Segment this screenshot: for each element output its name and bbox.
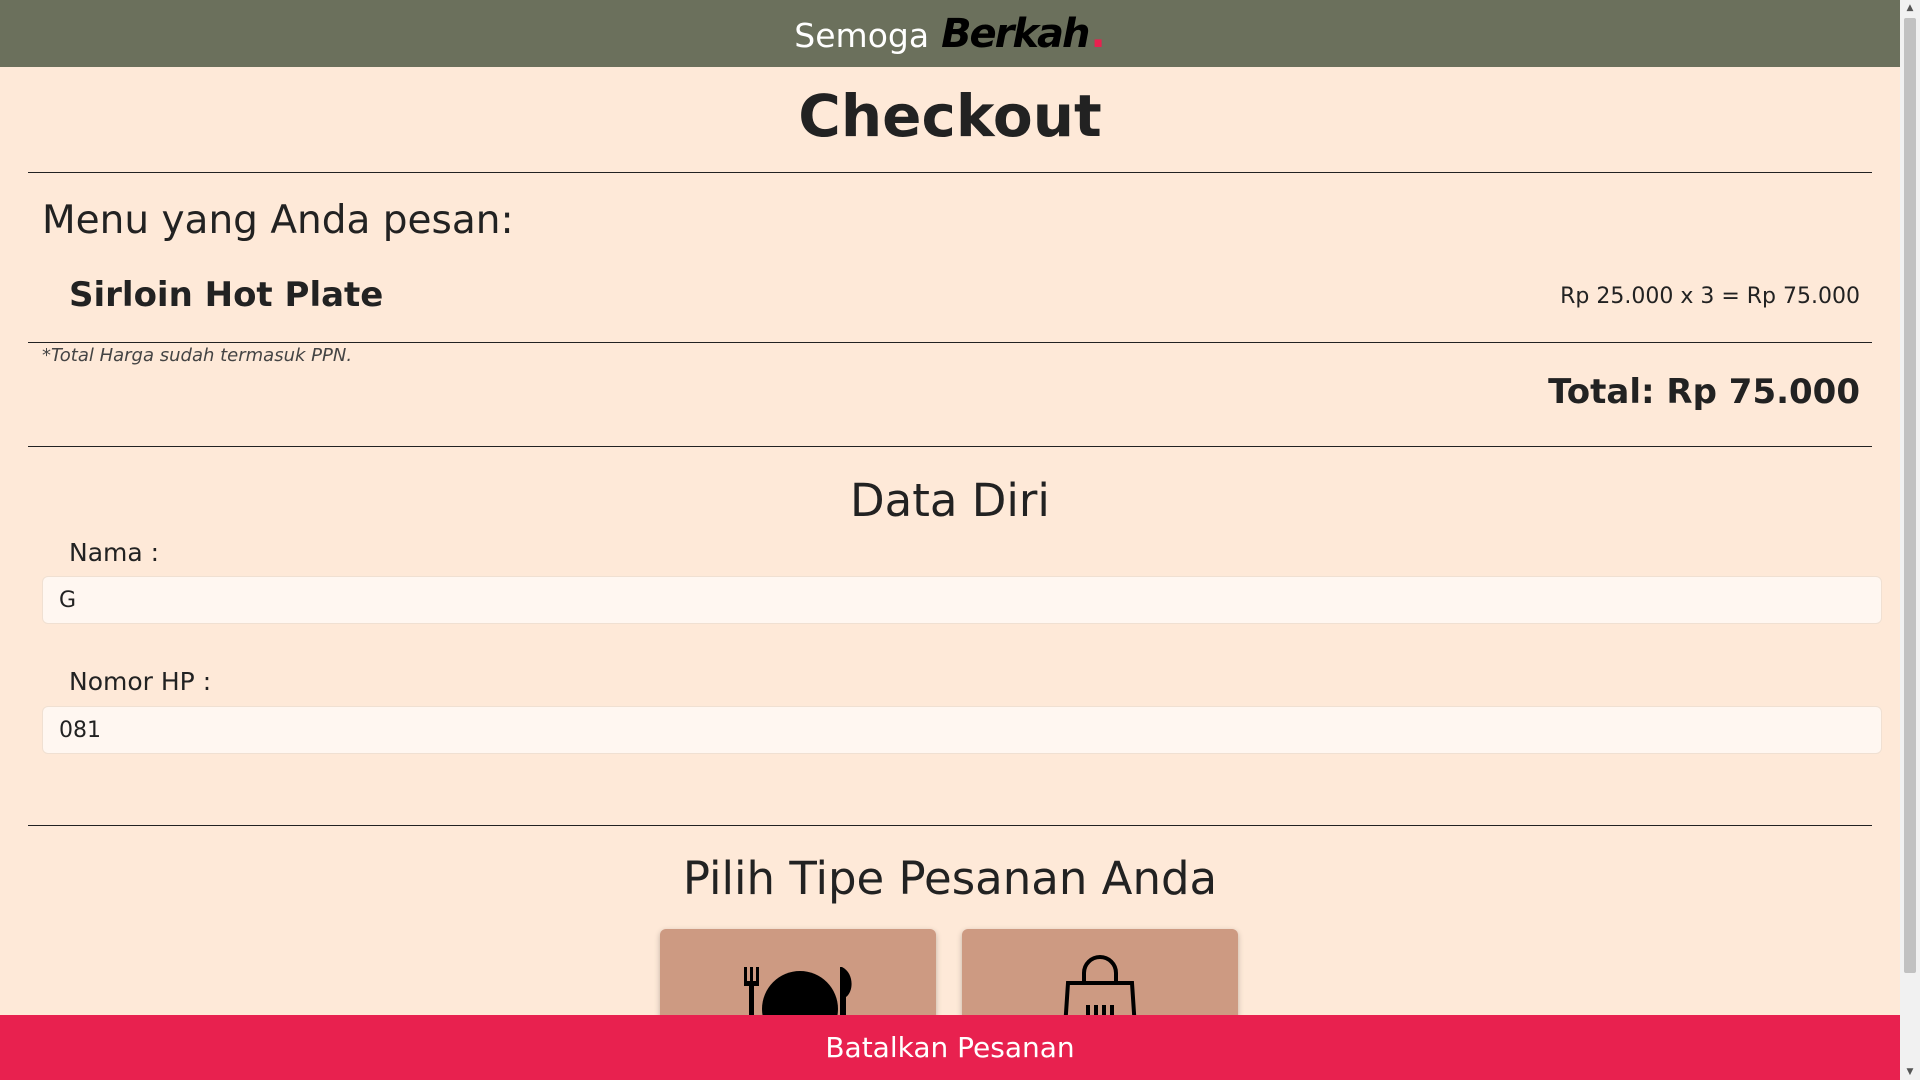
brand-dot: . [1090, 10, 1106, 57]
phone-input[interactable] [42, 706, 1882, 754]
brand-light-text: Semoga [794, 15, 930, 55]
brand-logo[interactable]: Semoga Berkah . [794, 11, 1105, 57]
page-title: Checkout [798, 82, 1102, 150]
tax-note: *Total Harga sudah termasuk PPN. [42, 345, 353, 366]
divider [28, 172, 1872, 173]
item-name: Sirloin Hot Plate [69, 275, 384, 315]
brand-bold-text: Berkah [941, 10, 1090, 57]
cancel-order-button[interactable]: Batalkan Pesanan [0, 1015, 1900, 1080]
scroll-thumb[interactable] [1904, 18, 1916, 973]
checkout-page: Semoga Berkah . Checkout Menu yang Anda … [0, 0, 1900, 1080]
order-total: Total: Rp 75.000 [1548, 372, 1860, 412]
vertical-scrollbar[interactable]: ▲ ▼ [1900, 0, 1920, 1080]
personal-data-title: Data Diri [850, 474, 1050, 527]
divider [28, 446, 1872, 447]
scroll-up-icon[interactable]: ▲ [1900, 0, 1920, 16]
divider [28, 825, 1872, 826]
phone-label: Nomor HP : [69, 667, 212, 696]
name-label: Nama : [69, 538, 160, 567]
divider [28, 342, 1872, 343]
item-price-calc: Rp 25.000 x 3 = Rp 75.000 [1560, 284, 1860, 309]
top-header: Semoga Berkah . [0, 0, 1900, 67]
scroll-down-icon[interactable]: ▼ [1900, 1064, 1920, 1080]
name-input[interactable] [42, 576, 1882, 624]
order-heading: Menu yang Anda pesan: [42, 198, 514, 243]
order-type-title: Pilih Tipe Pesanan Anda [682, 852, 1218, 905]
